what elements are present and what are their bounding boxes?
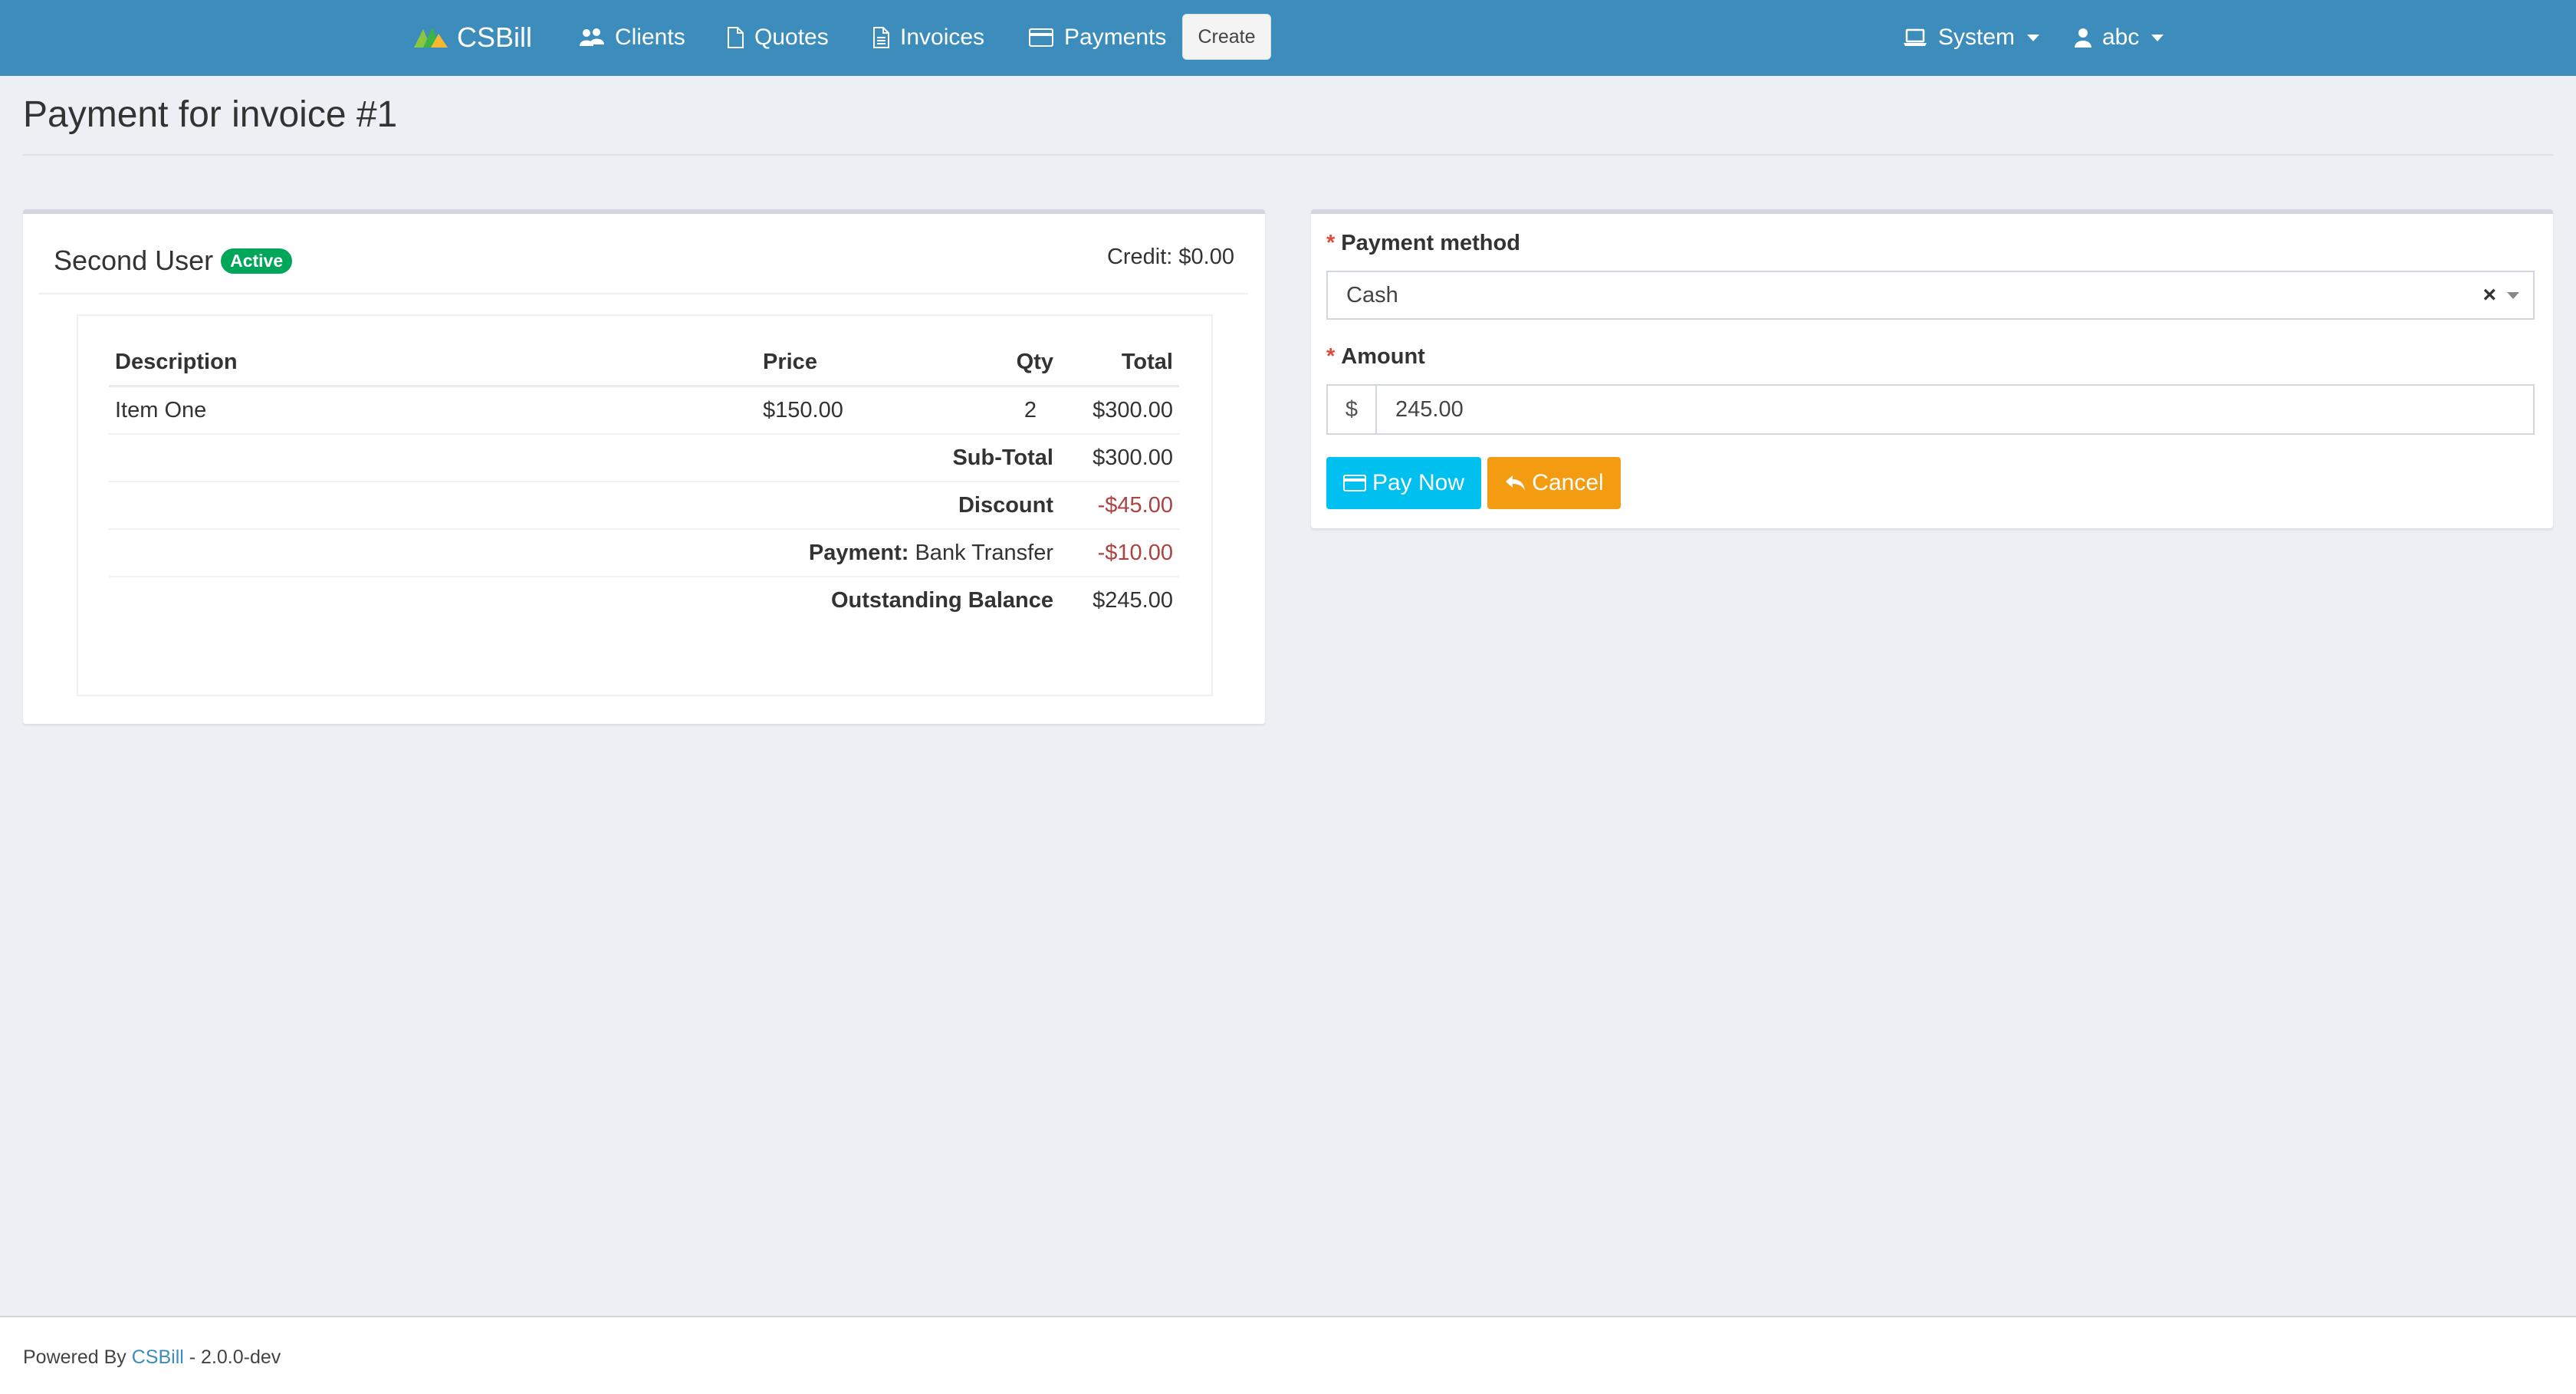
item-total: $300.00: [1060, 386, 1179, 435]
chevron-down-icon: [2027, 34, 2040, 41]
nav-quotes-label: Quotes: [754, 25, 829, 50]
credit-card-icon: [1029, 28, 1053, 47]
nav-system-dropdown[interactable]: System: [1903, 20, 2040, 55]
balance-row: Outstanding Balance $245.00: [109, 577, 1179, 623]
laptop-icon: [1904, 28, 1927, 46]
column-header-price: Price: [757, 339, 971, 387]
users-icon: [580, 28, 604, 46]
nav-payments[interactable]: Payments: [1029, 20, 1166, 55]
footer-prefix: Powered By: [23, 1346, 127, 1368]
amount-input[interactable]: [1375, 384, 2535, 435]
table-row: Item One $150.00 2 $300.00: [109, 386, 1179, 435]
nav-system-label: System: [1938, 25, 2016, 50]
currency-addon: $: [1326, 384, 1375, 435]
cancel-button[interactable]: Cancel: [1487, 457, 1621, 509]
top-navbar: CSBill Clients Quotes Invoices Payments …: [0, 0, 2576, 76]
table-header-row: Description Price Qty Total: [109, 339, 1179, 387]
balance-value: $245.00: [1092, 587, 1173, 613]
chevron-down-icon[interactable]: [2507, 291, 2519, 299]
brand-name: CSBill: [457, 21, 533, 53]
column-header-total: Total: [1060, 339, 1179, 387]
payment-method-value: Cash: [1346, 282, 1398, 307]
footer-csbill-link[interactable]: CSBill: [132, 1346, 184, 1368]
payment-form-box: *Payment method Cash × *Amount $ Pay Now…: [1311, 209, 2553, 528]
column-header-qty: Qty: [971, 339, 1060, 387]
discount-row: Discount -$45.00: [109, 482, 1179, 530]
nav-quotes[interactable]: Quotes: [727, 20, 829, 55]
invoice-summary-box: Second User Active Credit: $0.00 Descrip…: [23, 209, 1265, 724]
payment-method-label-text: Payment method: [1341, 231, 1520, 255]
discount-label: Discount: [109, 482, 1060, 530]
user-icon: [2075, 28, 2091, 48]
chevron-down-icon: [2151, 34, 2164, 41]
required-marker: *: [1326, 231, 1336, 255]
cancel-label: Cancel: [1532, 470, 1604, 495]
invoice-items-table: Description Price Qty Total Item One $15…: [109, 339, 1179, 623]
amount-label: * Amount: [1326, 344, 1425, 370]
payment-method-label: * Payment method: [1326, 231, 1520, 256]
nav-invoices[interactable]: Invoices: [872, 20, 984, 55]
create-button[interactable]: Create: [1182, 14, 1271, 60]
payment-row: Payment: Bank Transfer -$10.00: [109, 529, 1179, 577]
invoice-items-panel: Description Price Qty Total Item One $15…: [77, 314, 1213, 696]
amount-label-text: Amount: [1341, 344, 1425, 369]
file-icon: [728, 27, 744, 48]
payment-cell: Payment: Bank Transfer: [109, 529, 1060, 577]
file-text-icon: [873, 27, 889, 48]
client-header: Second User Active: [54, 245, 293, 277]
nav-invoices-label: Invoices: [900, 25, 985, 50]
status-badge: Active: [221, 248, 293, 274]
footer: Powered By CSBill - 2.0.0-dev: [0, 1316, 2576, 1394]
csbill-logo-icon: [414, 28, 448, 48]
item-description: Item One: [109, 386, 757, 435]
item-qty: 2: [971, 386, 1060, 435]
page-title: Payment for invoice #1: [23, 94, 398, 135]
payment-label: Payment:: [808, 540, 909, 565]
client-name: Second User: [54, 245, 214, 276]
amount-input-group: $: [1326, 384, 2535, 435]
brand-link[interactable]: CSBill: [412, 20, 532, 55]
title-divider: [23, 154, 2553, 156]
nav-clients-label: Clients: [615, 25, 685, 50]
nav-payments-label: Payments: [1064, 25, 1167, 50]
clear-selection-icon[interactable]: ×: [2482, 282, 2496, 308]
balance-label: Outstanding Balance: [830, 587, 1053, 613]
pay-now-button[interactable]: Pay Now: [1326, 457, 1481, 509]
box-divider: [38, 293, 1248, 294]
discount-value: -$45.00: [1060, 482, 1179, 530]
nav-clients[interactable]: Clients: [580, 20, 685, 55]
nav-user-label: abc: [2102, 25, 2140, 50]
subtotal-row: Sub-Total $300.00: [109, 434, 1179, 482]
payment-method-select[interactable]: Cash ×: [1326, 271, 2535, 320]
credit-card-icon: [1342, 475, 1366, 492]
payment-method-name: Bank Transfer: [915, 540, 1053, 565]
required-marker: *: [1326, 344, 1336, 369]
item-price: $150.00: [757, 386, 971, 435]
nav-user-dropdown[interactable]: abc: [2075, 20, 2164, 55]
subtotal-value: $300.00: [1060, 434, 1179, 482]
client-credit: Credit: $0.00: [1106, 245, 1234, 269]
subtotal-label: Sub-Total: [109, 434, 1060, 482]
reply-icon: [1506, 475, 1526, 491]
column-header-description: Description: [109, 339, 757, 387]
footer-text: Powered By CSBill - 2.0.0-dev: [23, 1346, 281, 1369]
payment-value: -$10.00: [1060, 529, 1179, 577]
pay-now-label: Pay Now: [1372, 470, 1465, 495]
footer-version: - 2.0.0-dev: [189, 1346, 281, 1368]
